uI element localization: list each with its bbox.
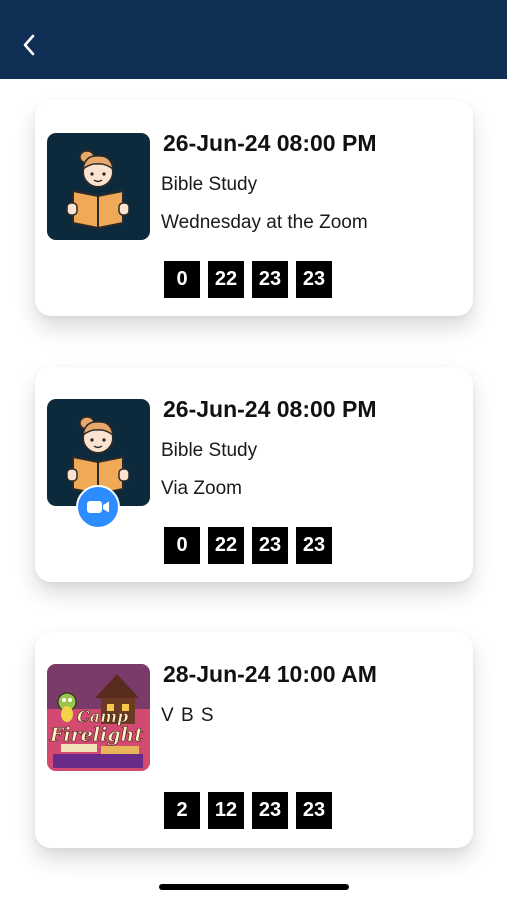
- countdown-hours: 22: [208, 261, 244, 298]
- girl-reading-icon: [66, 150, 130, 230]
- camp-firelight-logo: Camp Firelight: [47, 664, 150, 771]
- countdown-hours: 22: [208, 527, 244, 564]
- countdown-minutes: 23: [252, 527, 288, 564]
- event-location: Wednesday at the Zoom: [161, 212, 368, 233]
- event-image: Camp Firelight: [47, 664, 150, 771]
- event-name: V B S: [161, 705, 215, 726]
- countdown-days: 0: [164, 527, 200, 564]
- countdown-seconds: 23: [296, 261, 332, 298]
- countdown-seconds: 23: [296, 792, 332, 829]
- event-name: Bible Study: [161, 174, 258, 195]
- event-datetime: 28-Jun-24 10:00 AM: [163, 661, 377, 687]
- event-location: Via Zoom: [161, 478, 242, 499]
- countdown-days: 2: [164, 792, 200, 829]
- countdown-timer: 2 12 23 23: [164, 792, 332, 829]
- zoom-video-icon: [87, 501, 109, 513]
- countdown-timer: 0 22 23 23: [164, 261, 332, 298]
- event-datetime: 26-Jun-24 08:00 PM: [163, 130, 377, 156]
- event-name: Bible Study: [161, 440, 258, 461]
- svg-text:Firelight: Firelight: [49, 724, 143, 746]
- chevron-left-icon: [23, 34, 35, 56]
- event-card[interactable]: 26-Jun-24 08:00 PM Bible Study Wednesday…: [35, 100, 473, 316]
- countdown-hours: 12: [208, 792, 244, 829]
- countdown-minutes: 23: [252, 792, 288, 829]
- home-indicator[interactable]: [159, 884, 349, 890]
- event-card[interactable]: 26-Jun-24 08:00 PM Bible Study Via Zoom …: [35, 367, 473, 582]
- event-image: [47, 133, 150, 240]
- countdown-minutes: 23: [252, 261, 288, 298]
- event-datetime: 26-Jun-24 08:00 PM: [163, 396, 377, 422]
- countdown-days: 0: [164, 261, 200, 298]
- zoom-badge: [76, 485, 120, 529]
- countdown-timer: 0 22 23 23: [164, 527, 332, 564]
- back-button[interactable]: [14, 28, 44, 62]
- top-app-bar: [0, 0, 507, 79]
- event-card[interactable]: Camp Firelight 28-Jun-24 10:00 AM V B S …: [35, 632, 473, 848]
- countdown-seconds: 23: [296, 527, 332, 564]
